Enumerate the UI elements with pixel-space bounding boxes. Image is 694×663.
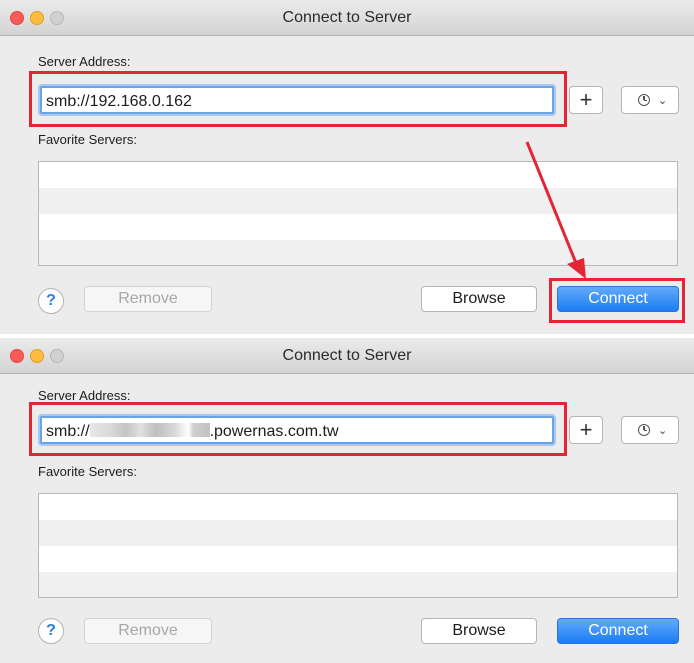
address-highlight-box: [29, 71, 567, 127]
connect-to-server-window-top: Connect to Server Server Address: smb://…: [0, 0, 694, 334]
list-item: [39, 494, 677, 520]
clock-icon: [638, 424, 650, 436]
window-title: Connect to Server: [282, 347, 412, 364]
address-highlight-box: [29, 402, 567, 456]
favorite-servers-list[interactable]: [38, 161, 678, 266]
server-address-label: Server Address:: [38, 388, 131, 403]
list-item: [39, 572, 677, 597]
browse-button[interactable]: Browse: [421, 618, 537, 644]
add-favorite-button[interactable]: +: [569, 86, 603, 114]
list-item: [39, 520, 677, 546]
list-item: [39, 214, 677, 240]
list-item: [39, 546, 677, 572]
connect-highlight-box: [549, 278, 685, 323]
chevron-down-icon: ⌄: [658, 95, 668, 107]
list-item: [39, 162, 677, 188]
favorite-servers-label: Favorite Servers:: [38, 464, 137, 479]
help-button[interactable]: ?: [38, 288, 64, 314]
add-favorite-button[interactable]: +: [569, 416, 603, 444]
favorite-servers-label: Favorite Servers:: [38, 132, 137, 147]
connect-to-server-window-bottom: Connect to Server Server Address: smb://…: [0, 338, 694, 663]
browse-button[interactable]: Browse: [421, 286, 537, 312]
chevron-down-icon: ⌄: [658, 425, 668, 437]
title-bar: Connect to Server: [0, 0, 694, 36]
title-bar: Connect to Server: [0, 338, 694, 374]
window-title: Connect to Server: [282, 9, 412, 26]
recent-servers-button[interactable]: ⌄: [621, 416, 679, 444]
remove-button: Remove: [84, 618, 212, 644]
favorite-servers-list[interactable]: [38, 493, 678, 598]
list-item: [39, 240, 677, 265]
connect-button[interactable]: Connect: [557, 618, 679, 644]
recent-servers-button[interactable]: ⌄: [621, 86, 679, 114]
list-item: [39, 188, 677, 214]
remove-button: Remove: [84, 286, 212, 312]
server-address-label: Server Address:: [38, 54, 131, 69]
help-button[interactable]: ?: [38, 618, 64, 644]
clock-icon: [638, 94, 650, 106]
